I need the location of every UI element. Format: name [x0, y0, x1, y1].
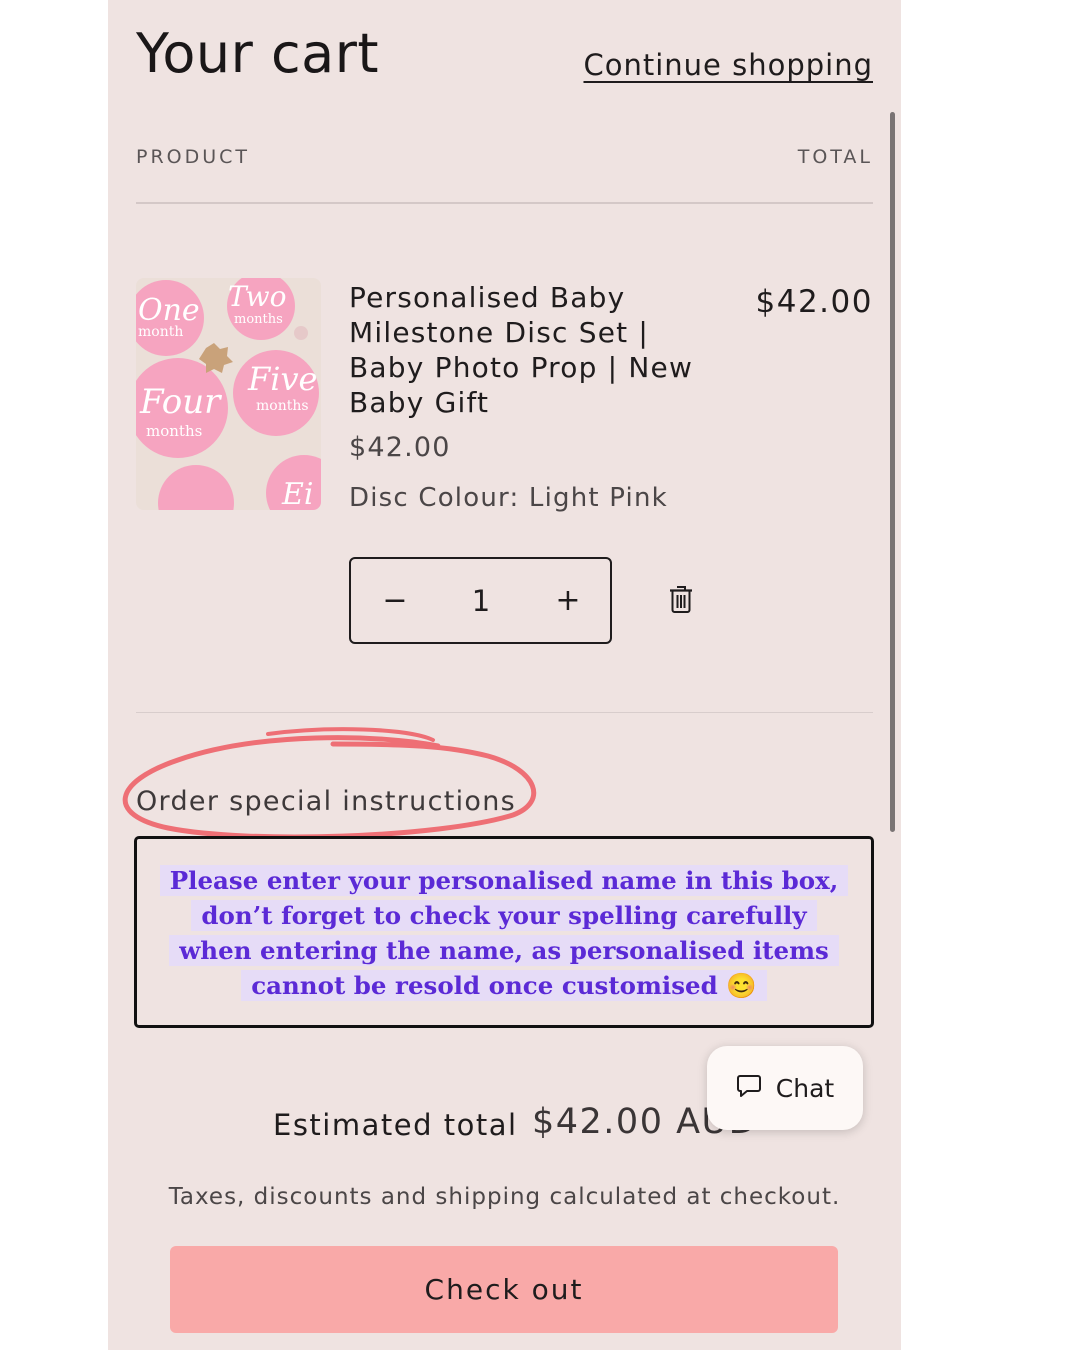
trash-icon[interactable] — [668, 584, 694, 614]
disc-four-text: Four — [139, 382, 222, 422]
decrease-quantity-button[interactable]: − — [355, 559, 435, 642]
divider — [136, 712, 873, 713]
disc-two-sub: months — [234, 312, 283, 327]
increase-quantity-button[interactable]: + — [528, 559, 608, 642]
disc-one-text: One — [138, 293, 200, 328]
disc-one-sub: month — [138, 324, 183, 340]
cart-page: Your cart Continue shopping PRODUCT TOTA… — [108, 0, 901, 1350]
instructions-message: Please enter your personalised name in t… — [137, 863, 871, 1003]
product-price: $42.00 — [349, 432, 451, 463]
instructions-line: Please enter your personalised name in t… — [159, 865, 849, 896]
instructions-line: don’t forget to check your spelling care… — [191, 900, 817, 931]
scrollbar[interactable] — [890, 112, 895, 832]
chat-button[interactable]: Chat — [707, 1046, 863, 1130]
estimated-total-label: Estimated total — [273, 1108, 518, 1142]
quantity-input[interactable]: 1 — [431, 559, 531, 642]
line-total: $42.00 — [755, 284, 873, 320]
chat-label: Chat — [775, 1073, 835, 1103]
order-instructions-textarea[interactable]: Please enter your personalised name in t… — [134, 836, 874, 1028]
taxes-note: Taxes, discounts and shipping calculated… — [168, 1184, 841, 1210]
instructions-line: when entering the name, as personalised … — [169, 935, 839, 966]
quantity-stepper: − 1 + — [349, 557, 612, 644]
circle-annotation — [122, 727, 537, 840]
divider — [136, 202, 873, 204]
disc-eight-text: Ei — [281, 477, 314, 510]
column-header-product: PRODUCT — [136, 146, 251, 168]
product-name[interactable]: Personalised Baby Milestone Disc Set | B… — [349, 280, 709, 420]
disc-two-text: Two — [228, 280, 287, 313]
disc-four-sub: months — [146, 422, 202, 440]
product-variant: Disc Colour: Light Pink — [349, 483, 668, 513]
continue-shopping-link[interactable]: Continue shopping — [583, 48, 873, 82]
checkout-button[interactable]: Check out — [170, 1246, 838, 1333]
column-header-total: TOTAL — [797, 146, 873, 168]
disc-five-text: Five — [247, 360, 317, 398]
instructions-line: cannot be resold once customised 😊 — [241, 970, 767, 1001]
disc-five-sub: months — [256, 398, 309, 414]
product-image[interactable]: One month Two months Four months Five mo… — [136, 278, 321, 510]
chat-bubble-icon — [736, 1073, 762, 1103]
order-instructions-label: Order special instructions — [136, 786, 517, 817]
page-title: Your cart — [136, 22, 380, 85]
